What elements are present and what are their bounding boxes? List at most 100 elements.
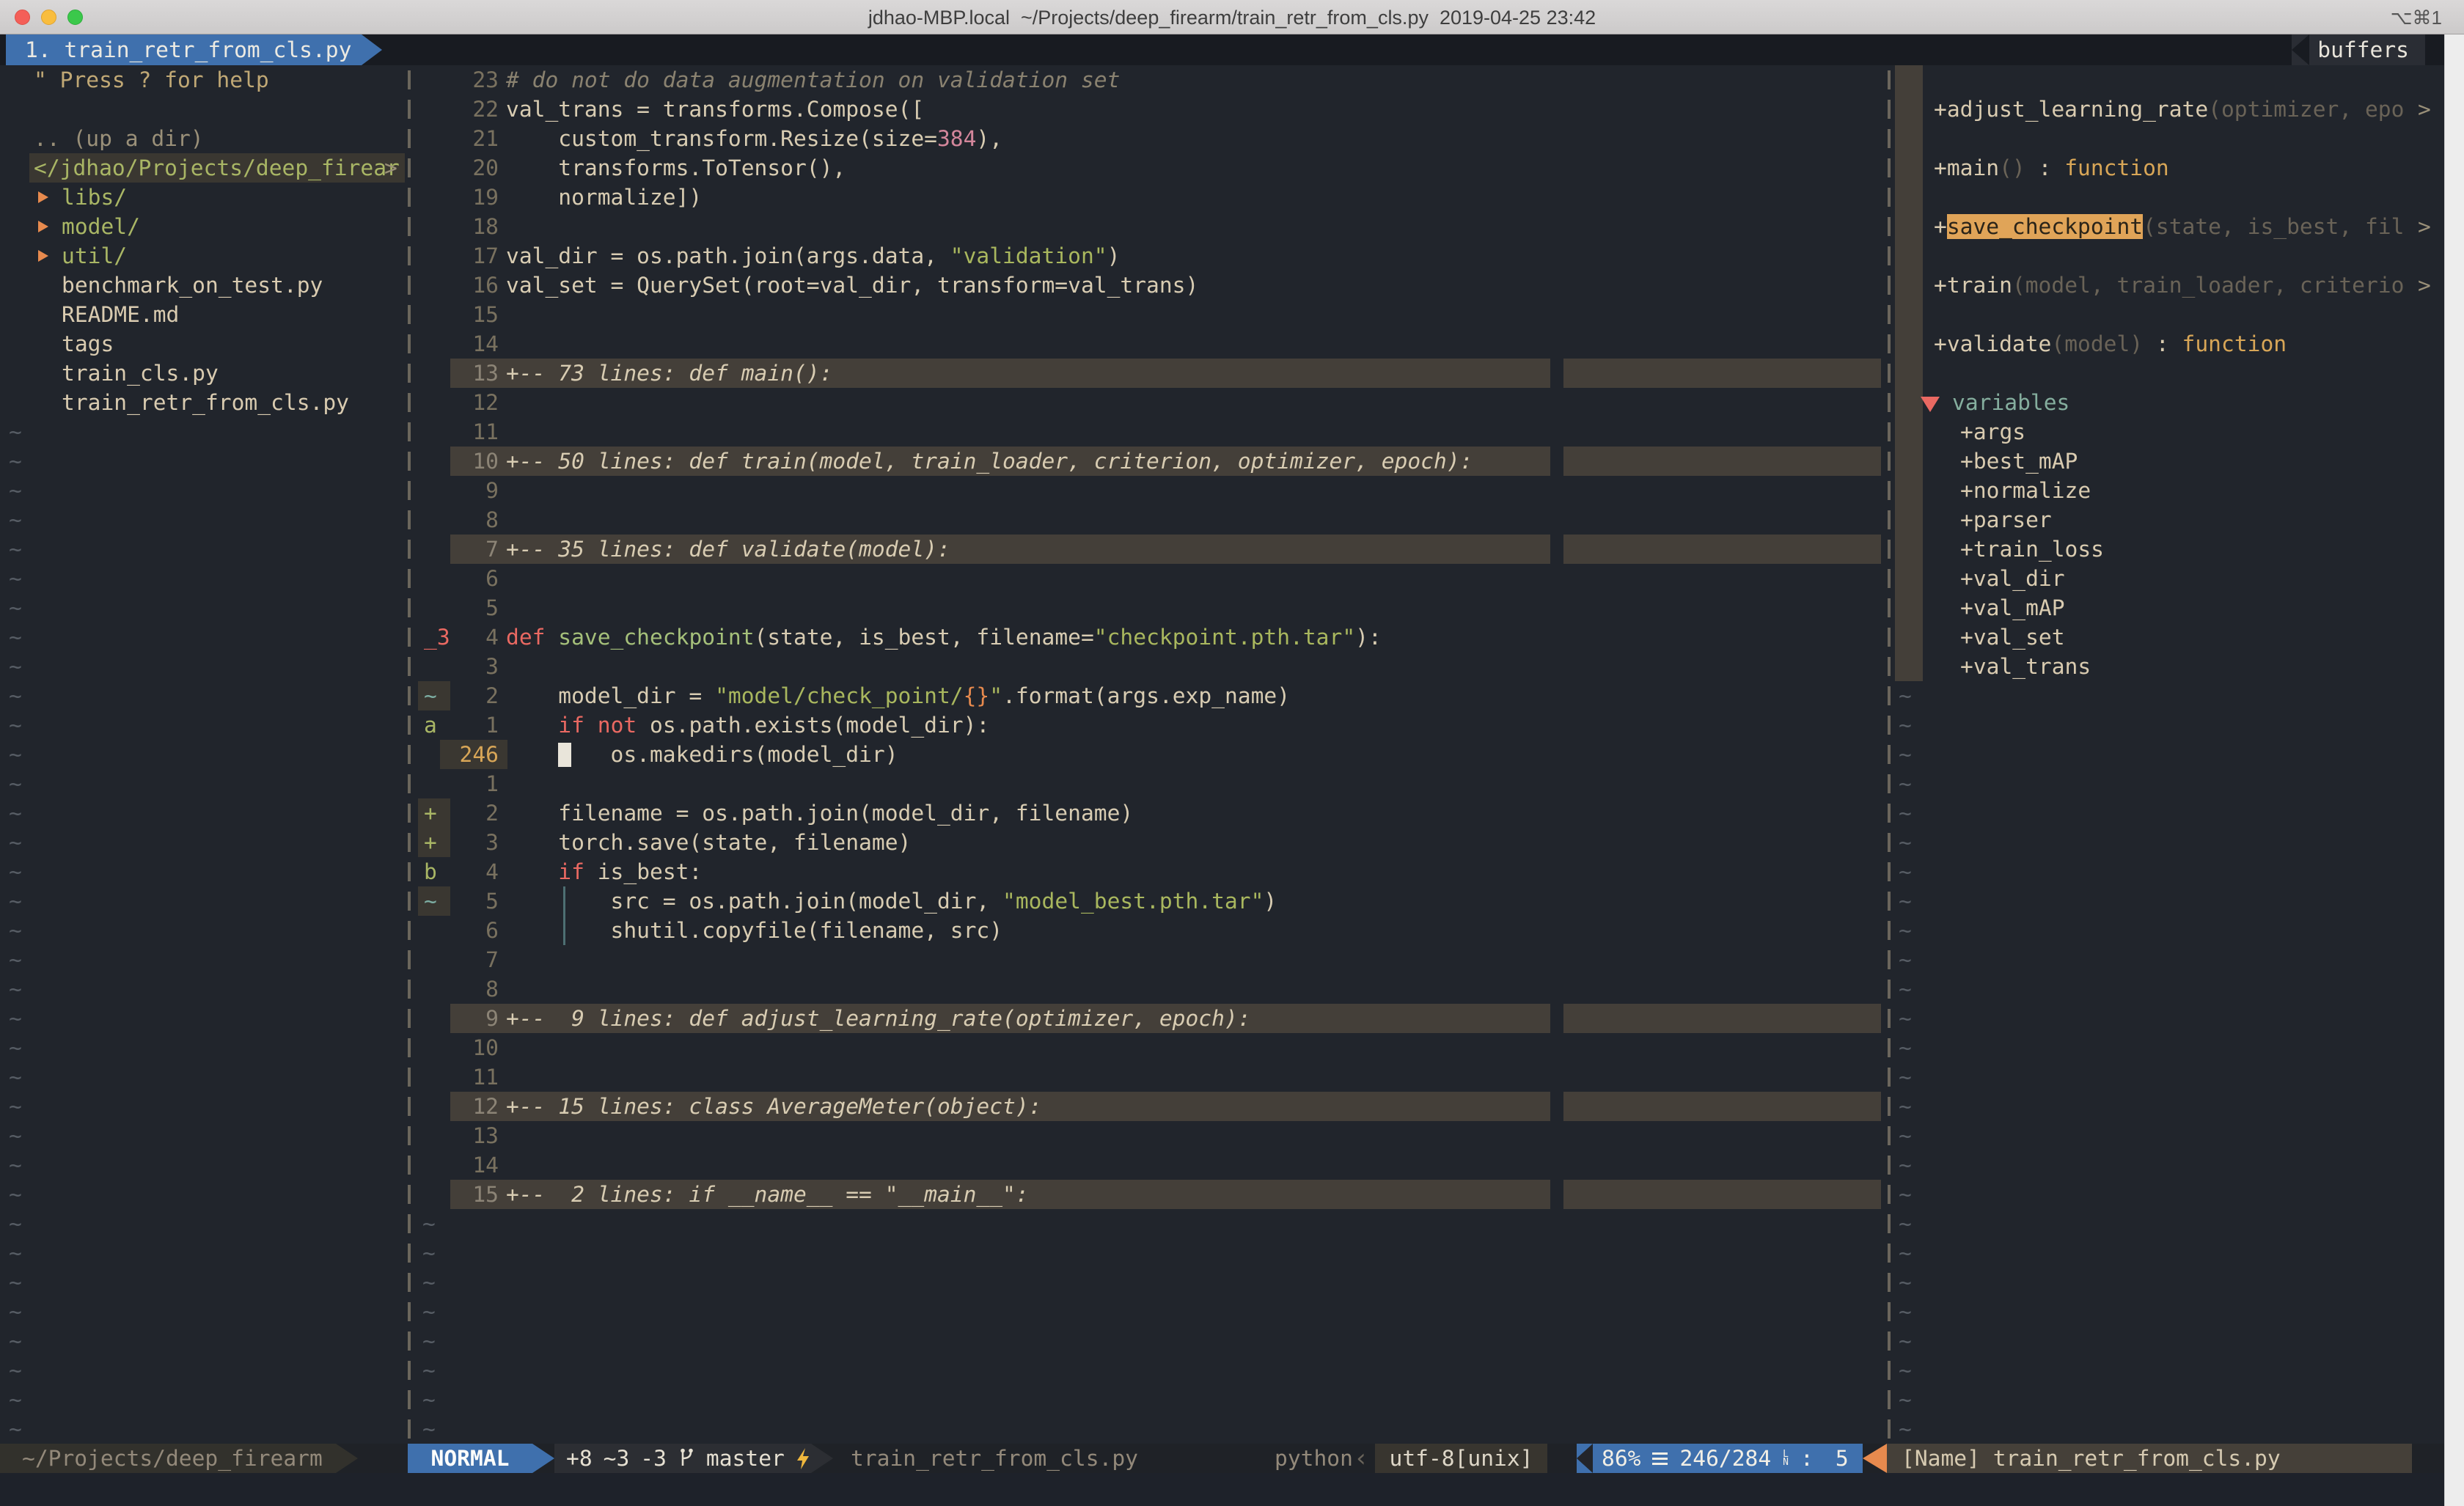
code-fold-line[interactable]: 13+-- 73 lines: def main(): bbox=[418, 359, 1887, 388]
code-line[interactable]: 9 bbox=[418, 476, 1887, 505]
tag-kind: function bbox=[2064, 155, 2169, 180]
empty-line-tilde: ~ bbox=[1894, 1414, 2464, 1444]
tree-item-file[interactable]: benchmark_on_test.py bbox=[0, 271, 405, 300]
empty-line-tilde: ~ bbox=[0, 740, 405, 769]
tagbar-variable[interactable]: +val_trans bbox=[1894, 652, 2464, 681]
empty-line-tilde: ~ bbox=[1894, 1238, 2464, 1268]
tagbar-variable[interactable]: +normalize bbox=[1894, 476, 2464, 505]
code-fold-line[interactable]: 9+-- 9 lines: def adjust_learning_rate(o… bbox=[418, 1004, 1887, 1033]
code-text: +-- 9 lines: def adjust_learning_rate(op… bbox=[506, 1004, 1251, 1033]
code-text: if is_best: bbox=[506, 857, 702, 886]
empty-line-tilde: ~ bbox=[0, 1092, 405, 1121]
window-separator[interactable] bbox=[408, 65, 411, 1444]
window-separator[interactable] bbox=[1888, 65, 1891, 1444]
tagbar-tag-train[interactable]: +train(model, train_loader, criterio> bbox=[1894, 271, 2464, 300]
tree-item-file[interactable]: tags bbox=[0, 329, 405, 359]
tree-up-dir[interactable]: .. (up a dir) bbox=[0, 124, 405, 153]
code-line[interactable]: 5 bbox=[418, 593, 1887, 622]
code-line[interactable]: 6 bbox=[418, 564, 1887, 593]
tree-item-dir[interactable]: util/ bbox=[0, 241, 405, 271]
line-number: 8 bbox=[444, 974, 499, 1004]
code-line[interactable]: 23# do not do data augmentation on valid… bbox=[418, 65, 1887, 95]
tagbar-variable[interactable]: +val_mAP bbox=[1894, 593, 2464, 622]
code-fold-line[interactable]: 12+-- 15 lines: class AverageMeter(objec… bbox=[418, 1092, 1887, 1121]
code-line[interactable]: 11 bbox=[418, 417, 1887, 447]
tagbar-tag-main[interactable]: +main() : function bbox=[1894, 153, 2464, 183]
empty-line-tilde: ~ bbox=[0, 1326, 405, 1356]
tree-root[interactable]: </jdhao/Projects/deep_firear> bbox=[0, 153, 405, 183]
empty-line-tilde: ~ bbox=[0, 1238, 405, 1268]
tagbar-variable[interactable]: +best_mAP bbox=[1894, 447, 2464, 476]
code-line[interactable]: 20 transforms.ToTensor(), bbox=[418, 153, 1887, 183]
code-line[interactable]: 18 bbox=[418, 212, 1887, 241]
command-line[interactable] bbox=[0, 1473, 2464, 1506]
code-line[interactable]: 246 os.makedirs(model_dir) bbox=[418, 740, 1887, 769]
code-line[interactable]: b4 if is_best: bbox=[418, 857, 1887, 886]
empty-line-tilde: ~ bbox=[418, 1385, 1887, 1414]
text-cursor bbox=[558, 743, 571, 767]
line-number: 11 bbox=[444, 417, 499, 447]
tagbar-variable[interactable]: +val_dir bbox=[1894, 564, 2464, 593]
empty-line-tilde: ~ bbox=[418, 1297, 1887, 1326]
code-line[interactable]: 15 bbox=[418, 300, 1887, 329]
tree-item-file[interactable]: train_retr_from_cls.py bbox=[0, 388, 405, 417]
tagbar-variable[interactable]: +args bbox=[1894, 417, 2464, 447]
code-fold-line[interactable]: 15+-- 2 lines: if __name__ == "__main__"… bbox=[418, 1180, 1887, 1209]
code-line[interactable]: 14 bbox=[418, 1150, 1887, 1180]
code-line[interactable]: 8 bbox=[418, 505, 1887, 535]
code-line[interactable]: 16val_set = QuerySet(root=val_dir, trans… bbox=[418, 271, 1887, 300]
tagbar-variable[interactable]: +parser bbox=[1894, 505, 2464, 535]
tab-current-buffer[interactable]: 1. train_retr_from_cls.py bbox=[6, 34, 362, 65]
tagbar-blank-line bbox=[1894, 241, 2464, 271]
code-line[interactable]: 12 bbox=[418, 388, 1887, 417]
tagbar-variable[interactable]: +val_set bbox=[1894, 622, 2464, 652]
code-line[interactable]: 17val_dir = os.path.join(args.data, "val… bbox=[418, 241, 1887, 271]
code-line[interactable]: 19 normalize]) bbox=[418, 183, 1887, 212]
code-line[interactable]: 21 custom_transform.Resize(size=384), bbox=[418, 124, 1887, 153]
code-line[interactable]: 11 bbox=[418, 1062, 1887, 1092]
code-line[interactable]: a1 if not os.path.exists(model_dir): bbox=[418, 710, 1887, 740]
tagbar-variable[interactable]: +train_loss bbox=[1894, 535, 2464, 564]
tagbar-tag-validate[interactable]: +validate(model) : function bbox=[1894, 329, 2464, 359]
code-line[interactable]: +2 filename = os.path.join(model_dir, fi… bbox=[418, 798, 1887, 828]
tagbar-tag-adjust_learning_rate[interactable]: +adjust_learning_rate(optimizer, epo> bbox=[1894, 95, 2464, 124]
line-number: 2 bbox=[444, 681, 499, 710]
tag-signature: () bbox=[1999, 155, 2025, 180]
code-line[interactable]: ~5 src = os.path.join(model_dir, "model_… bbox=[418, 886, 1887, 916]
code-line[interactable]: 1 bbox=[418, 769, 1887, 798]
code-line[interactable]: 14 bbox=[418, 329, 1887, 359]
code-line[interactable]: 3 bbox=[418, 652, 1887, 681]
code-line[interactable]: +3 torch.save(state, filename) bbox=[418, 828, 1887, 857]
truncation-icon: > bbox=[2418, 271, 2431, 300]
code-line[interactable]: ~2 model_dir = "model/check_point/{}".fo… bbox=[418, 681, 1887, 710]
comment-text: # do not do data augmentation on validat… bbox=[506, 67, 1120, 92]
tagbar-tag-save_checkpoint[interactable]: +save_checkpoint(state, is_best, fil> bbox=[1894, 212, 2464, 241]
powerline-arrow-icon bbox=[336, 1444, 358, 1473]
tagbar-blank-line bbox=[1894, 300, 2464, 329]
scrollbar[interactable] bbox=[2444, 34, 2464, 1506]
code-fold-line[interactable]: 7+-- 35 lines: def validate(model): bbox=[418, 535, 1887, 564]
code-line[interactable]: 13 bbox=[418, 1121, 1887, 1150]
tag-prefix: + bbox=[1960, 537, 1973, 562]
code-line[interactable]: 8 bbox=[418, 974, 1887, 1004]
empty-line-tilde: ~ bbox=[1894, 828, 2464, 857]
line-number: 12 bbox=[444, 388, 499, 417]
code-line[interactable]: 22val_trans = transforms.Compose([ bbox=[418, 95, 1887, 124]
tag-prefix: + bbox=[1960, 566, 1973, 591]
code-line[interactable]: _34def save_checkpoint(state, is_best, f… bbox=[418, 622, 1887, 652]
code-line[interactable]: 6 shutil.copyfile(filename, src) bbox=[418, 916, 1887, 945]
code-line[interactable]: 10 bbox=[418, 1033, 1887, 1062]
tagbar-section-variables[interactable]: variables bbox=[1894, 388, 2464, 417]
tree-item-file[interactable]: README.md bbox=[0, 300, 405, 329]
tag-sep: : bbox=[2143, 331, 2182, 356]
tree-item-dir[interactable]: model/ bbox=[0, 212, 405, 241]
tag-prefix: + bbox=[1960, 625, 1973, 650]
code-token: {} bbox=[964, 683, 990, 708]
code-fold-line[interactable]: 10+-- 50 lines: def train(model, train_l… bbox=[418, 447, 1887, 476]
tree-item-file[interactable]: train_cls.py bbox=[0, 359, 405, 388]
code-line[interactable]: 7 bbox=[418, 945, 1887, 974]
iterm-window: jdhao-MBP.local ~/Projects/deep_firearm/… bbox=[0, 0, 2464, 1506]
empty-line-tilde: ~ bbox=[0, 622, 405, 652]
line-number: 12 bbox=[444, 1092, 499, 1121]
tree-item-dir[interactable]: libs/ bbox=[0, 183, 405, 212]
